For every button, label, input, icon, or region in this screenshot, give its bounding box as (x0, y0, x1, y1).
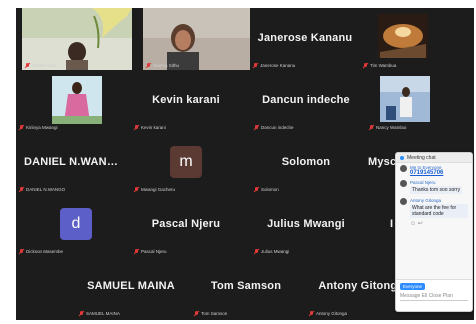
chat-sender: Pascal Njeru (410, 180, 436, 185)
participant-avatar: d (60, 208, 92, 240)
participant-name: Janerose Kananu (257, 32, 353, 44)
participant-photo (378, 14, 428, 58)
participant-photo (380, 76, 430, 122)
participant-label: Scoller Catu (25, 63, 57, 68)
participant-tile[interactable]: Julius Mwangi Julius Mwangi (251, 194, 361, 256)
chat-composer: Everyone Message Ell Close Plan (396, 279, 472, 311)
mic-muted-icon (254, 125, 259, 130)
participant-name: Pascal Njeru (151, 218, 221, 230)
participant-tile[interactable]: DANIEL N.WAN… DANIEL N.WANGO (16, 132, 126, 194)
participant-label: Pascal Njeru (134, 249, 167, 254)
participant-label: Solomon (254, 187, 279, 192)
participant-tile[interactable]: d Dickson Masembe (16, 194, 126, 256)
participant-name: SAMUEL MAINA (87, 280, 175, 292)
mic-muted-icon (363, 63, 368, 68)
participant-label: Tim Wambua (363, 63, 396, 68)
chat-message: Antony Gitonga What are the fee for stan… (396, 196, 472, 220)
participant-label: Kevin karani (134, 125, 166, 130)
participant-name: Dancun indeche (262, 94, 350, 106)
participant-name: DANIEL N.WAN… (23, 156, 119, 168)
reaction-icon[interactable]: ☺ ↩ (396, 220, 472, 227)
chat-sender: Antony Gitonga (410, 198, 442, 203)
participant-tile[interactable]: Scoller Catu (22, 8, 132, 70)
participant-name: Kevin karani (152, 94, 220, 106)
participant-label: Kiriinya Mwangi (19, 125, 58, 130)
participant-photo (52, 76, 102, 124)
mic-muted-icon (134, 249, 139, 254)
participant-video (22, 8, 132, 70)
participant-video (143, 8, 253, 70)
chat-message: Pascal Njeru Thanks tom soo sorry (396, 178, 472, 196)
participant-name: Julius Mwangi (267, 218, 345, 230)
participant-tile[interactable]: Kiriinya Mwangi (16, 70, 126, 132)
recipient-selector[interactable]: Everyone (400, 283, 426, 290)
participant-tile[interactable]: m Mwangi Gacheru (131, 132, 241, 194)
mic-muted-icon (254, 249, 259, 254)
participant-tile[interactable]: Tom Samson Tom Samson (191, 256, 301, 318)
mic-muted-icon (25, 63, 30, 68)
participant-tile[interactable]: Nancy Wambui (366, 70, 474, 132)
participant-tile[interactable]: Pascal Njeru Pascal Njeru (131, 194, 241, 256)
participant-tile[interactable]: Dancun indeche Dancun indeche (251, 70, 361, 132)
participant-name: Tom Samson (210, 280, 282, 292)
participant-label: Nancy Wambui (369, 125, 406, 130)
participant-tile[interactable]: SAMUEL MAINA SAMUEL MAINA (76, 256, 186, 318)
participant-tile[interactable]: Tim Wambua (360, 8, 470, 70)
chat-text: Thanks tom soo sorry (410, 186, 463, 194)
participant-avatar: m (170, 146, 202, 178)
participant-label: Julius Mwangi (254, 249, 289, 254)
avatar (400, 165, 407, 172)
mic-muted-icon (19, 249, 24, 254)
participant-tile[interactable]: Solomon Solomon (251, 132, 361, 194)
mic-muted-icon (134, 125, 139, 130)
participant-label: SAMUEL MAINA (79, 311, 120, 316)
participant-label: Tom Samson (194, 311, 227, 316)
chat-link[interactable]: 0719145706 (410, 170, 468, 176)
mic-muted-icon (194, 311, 199, 316)
participant-tile[interactable]: Neema Sithu (143, 8, 253, 70)
chat-text: What are the fee for standard code (410, 204, 468, 218)
participant-label: Mwangi Gacheru (134, 187, 175, 192)
chat-icon (400, 155, 404, 160)
mic-muted-icon (253, 63, 258, 68)
participant-label: Dancun indeche (254, 125, 294, 130)
participant-label: DANIEL N.WANGO (19, 187, 65, 192)
avatar (400, 180, 407, 187)
mic-muted-icon (19, 187, 24, 192)
mic-muted-icon (79, 311, 84, 316)
mic-muted-icon (19, 125, 24, 130)
mic-muted-icon (369, 125, 374, 130)
chat-title: Meeting chat (407, 154, 436, 161)
participant-label: Neema Sithu (146, 63, 179, 68)
participant-label: Janerose Kananu (253, 63, 295, 68)
avatar (400, 198, 407, 205)
mic-muted-icon (309, 311, 314, 316)
chat-input[interactable]: Message Ell Close Plan (400, 293, 468, 301)
participant-tile[interactable]: Janerose Kananu Janerose Kananu (250, 8, 360, 70)
mic-muted-icon (134, 187, 139, 192)
participant-label: Dickson Masembe (19, 249, 63, 254)
participant-label: Antony Gitonga (309, 311, 347, 316)
chat-header: Meeting chat (396, 153, 472, 163)
participant-name: Solomon (281, 156, 331, 168)
mic-muted-icon (254, 187, 259, 192)
participant-tile[interactable]: Kevin karani Kevin karani (131, 70, 241, 132)
chat-message: Me to Everyone 0719145706 (396, 163, 472, 178)
chat-panel[interactable]: Meeting chat Me to Everyone 0719145706 P… (395, 152, 473, 312)
mic-muted-icon (146, 63, 151, 68)
